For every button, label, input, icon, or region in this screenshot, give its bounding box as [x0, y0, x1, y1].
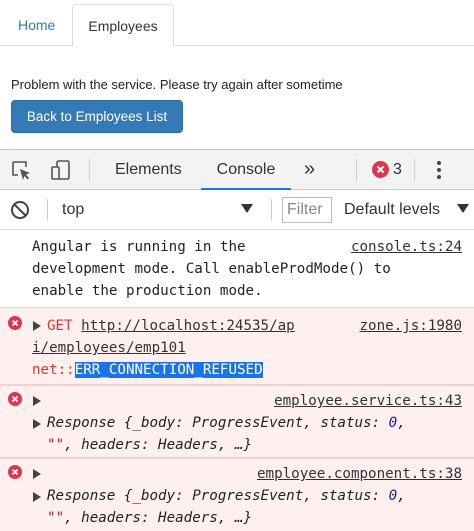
log-levels-dropdown[interactable]: Default levels [344, 190, 440, 230]
more-tabs-button[interactable]: » [304, 150, 315, 188]
console-filter-bar: top Filter Default levels [0, 190, 474, 230]
response-summary: Response {_body: ProgressEvent, status: [47, 415, 389, 431]
levels-dropdown-icon[interactable] [457, 204, 469, 213]
expand-arrow-icon[interactable] [33, 469, 41, 479]
source-link[interactable]: employee.service.ts:43 [274, 390, 462, 412]
error-count-icon[interactable] [372, 161, 389, 178]
inspect-element-icon[interactable] [10, 159, 32, 181]
response-object[interactable]: Response {_body: ProgressEvent, status: … [47, 485, 406, 507]
devtools-panel: Elements Console » 3 top Filter Default … [0, 149, 474, 531]
response-object-continued: "", headers: Headers, …} [47, 434, 252, 456]
back-to-employees-button[interactable]: Back to Employees List [11, 100, 183, 133]
request-url[interactable]: http://localhost:24535/ap [81, 318, 295, 334]
punctuation: , [397, 415, 406, 431]
response-object[interactable]: Response {_body: ProgressEvent, status: … [47, 412, 406, 434]
expand-object-icon[interactable] [33, 492, 41, 502]
tab-home[interactable]: Home [2, 4, 71, 46]
response-object-continued: "", headers: Headers, …} [47, 507, 252, 529]
error-icon [8, 316, 22, 330]
tab-console[interactable]: Console [201, 150, 291, 190]
network-error: net::ERR_CONNECTION_REFUSED [32, 359, 263, 381]
toolbar-divider [356, 159, 357, 181]
filter-divider [47, 199, 48, 221]
punctuation: , [397, 488, 406, 504]
expand-arrow-icon[interactable] [33, 396, 41, 406]
status-text-value: "" [47, 510, 65, 526]
toolbar-divider [89, 159, 90, 181]
context-dropdown-icon[interactable] [241, 204, 253, 213]
console-error-message: employee.service.ts:43 Response {_body: … [0, 385, 474, 458]
tab-elements[interactable]: Elements [115, 150, 182, 190]
message-text: enable the production mode. [32, 283, 263, 299]
console-message: Angular is running in the console.ts:24 … [0, 231, 474, 307]
response-summary: , headers: Headers, …} [64, 437, 253, 453]
devtools-toolbar: Elements Console » 3 [0, 150, 474, 190]
clear-console-icon[interactable] [10, 200, 30, 220]
status-text-value: "" [47, 437, 65, 453]
status-value: 0 [388, 488, 398, 504]
net-prefix: net:: [32, 362, 75, 378]
expand-object-icon[interactable] [33, 419, 41, 429]
message-text: development mode. Call enableProdMode() … [32, 261, 391, 277]
status-value: 0 [388, 415, 398, 431]
context-selector[interactable]: top [62, 190, 84, 230]
console-output: Angular is running in the console.ts:24 … [0, 231, 474, 531]
console-filter-input[interactable]: Filter [282, 197, 332, 223]
console-error-message: GET http://localhost:24535/ap zone.js:19… [0, 307, 474, 385]
http-method: GET [47, 318, 73, 334]
request-line: GET http://localhost:24535/ap [47, 315, 295, 337]
app-nav-tabs: Home Employees [0, 0, 474, 47]
service-error-message: Problem with the service. Please try aga… [11, 77, 343, 92]
error-icon [8, 392, 22, 406]
request-url-continued[interactable]: i/employees/emp101 [32, 337, 186, 359]
source-link[interactable]: zone.js:1980 [360, 315, 463, 337]
console-error-message: employee.component.ts:38 Response {_body… [0, 458, 474, 531]
response-summary: Response {_body: ProgressEvent, status: [47, 488, 389, 504]
source-link[interactable]: console.ts:24 [351, 236, 462, 258]
error-count[interactable]: 3 [393, 150, 402, 190]
source-link[interactable]: employee.component.ts:38 [257, 463, 462, 485]
message-text: Angular is running in the [32, 239, 246, 255]
net-error-code: ERR_CONNECTION_REFUSED [74, 362, 263, 378]
devtools-menu-icon[interactable] [436, 159, 442, 181]
filter-divider [271, 199, 272, 221]
toolbar-divider [414, 159, 415, 181]
error-icon [8, 465, 22, 479]
response-summary: , headers: Headers, …} [64, 510, 253, 526]
tab-employees[interactable]: Employees [72, 4, 174, 47]
device-toolbar-icon[interactable] [50, 159, 72, 181]
expand-arrow-icon[interactable] [33, 321, 41, 331]
